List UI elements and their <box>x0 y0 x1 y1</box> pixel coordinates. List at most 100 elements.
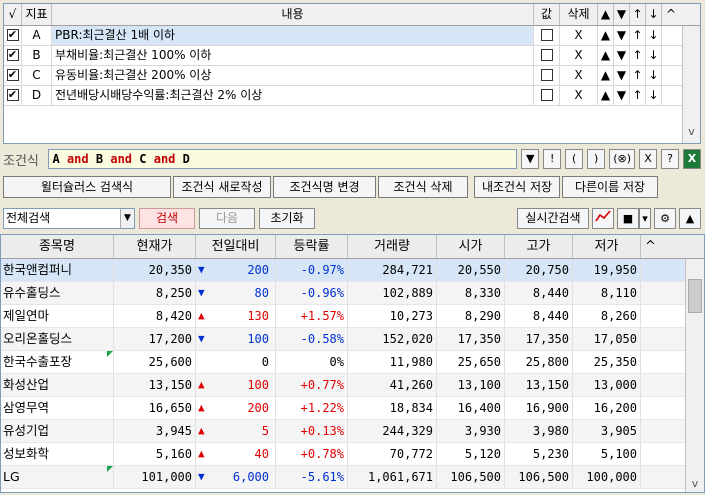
condition-row[interactable]: ✔ D 전년배당시배당수익률:최근결산 2% 이상 X ▲ ▼ ↑ ↓ <box>4 86 700 106</box>
header-price[interactable]: 현재가 <box>114 235 196 258</box>
check-icon[interactable]: ✔ <box>6 49 19 61</box>
condition-content[interactable]: 부채비율:최근결산 100% 이하 <box>52 46 534 65</box>
not-button[interactable]: ! <box>543 149 562 169</box>
color-picker-dropdown-icon[interactable]: ▾ <box>639 207 651 229</box>
open-paren-button[interactable]: ( <box>565 149 584 169</box>
realtime-search-button[interactable]: 실시간검색 <box>517 207 589 229</box>
table-row[interactable]: 제일연마 8,420 ▲ 130 +1.57% 10,273 8,290 8,440 8,260 <box>1 305 704 328</box>
new-condition-button[interactable]: 조건식 새로작성 <box>173 176 271 198</box>
condition-row[interactable]: ✔ C 유동비율:최근결산 200% 이상 X ▲ ▼ ↑ ↓ <box>4 66 700 86</box>
condition-value-checkbox[interactable] <box>534 46 560 65</box>
move-down-icon[interactable]: ↓ <box>646 66 662 85</box>
results-scroll-up-icon[interactable]: ^ <box>641 235 660 258</box>
table-row[interactable]: 한국수출포장 25,600 0 0% 11,980 25,650 25,800 25,350 <box>1 351 704 374</box>
move-down-icon[interactable]: ↓ <box>646 86 662 105</box>
xor-button[interactable]: (⊗) <box>609 149 635 169</box>
move-down-icon[interactable]: ↓ <box>646 26 662 45</box>
table-row[interactable]: 한국앤컴퍼니 20,350 ▼ 200 -0.97% 284,721 20,550 20,75… <box>1 259 704 282</box>
save-my-condition-button[interactable]: 내조건식 저장 <box>474 176 560 198</box>
scroll-down-icon[interactable]: v <box>683 125 700 141</box>
header-name[interactable]: 종목명 <box>1 235 114 258</box>
condition-delete-button[interactable]: X <box>560 46 598 65</box>
reset-button[interactable]: 초기화 <box>259 207 315 229</box>
move-up-icon[interactable]: ↑ <box>630 66 646 85</box>
stock-name[interactable]: LG <box>1 466 114 488</box>
rename-condition-button[interactable]: 조건식명 변경 <box>273 176 376 198</box>
excel-icon[interactable]: X <box>683 149 701 169</box>
delete-condition-button[interactable]: 조건식 삭제 <box>378 176 468 198</box>
stock-name[interactable]: 화성산업 <box>1 374 114 396</box>
table-row[interactable]: 유수홀딩스 8,250 ▼ 80 -0.96% 102,889 8,330 8,440 8,11… <box>1 282 704 305</box>
condition-content[interactable]: PBR:최근결산 1배 이하 <box>52 26 534 45</box>
stock-name[interactable]: 유성기업 <box>1 420 114 442</box>
stock-name[interactable]: 제일연마 <box>1 305 114 327</box>
gear-icon[interactable]: ⚙ <box>654 207 676 229</box>
move-down-icon[interactable]: ↓ <box>646 46 662 65</box>
move-bottom-icon[interactable]: ▼ <box>614 46 630 65</box>
value-checkbox[interactable] <box>540 29 553 41</box>
condition-row[interactable]: ✔ B 부채비율:최근결산 100% 이하 X ▲ ▼ ↑ ↓ <box>4 46 700 66</box>
color-picker-icon[interactable]: ■ <box>617 207 639 229</box>
stock-name[interactable]: 유수홀딩스 <box>1 282 114 304</box>
condition-checkbox[interactable]: ✔ <box>4 46 22 65</box>
condition-value-checkbox[interactable] <box>534 26 560 45</box>
condition-checkbox[interactable]: ✔ <box>4 26 22 45</box>
header-scroll-up-icon[interactable]: ^ <box>662 4 680 25</box>
move-top-icon[interactable]: ▲ <box>598 46 614 65</box>
condition-content[interactable]: 유동비율:최근결산 200% 이상 <box>52 66 534 85</box>
close-paren-button[interactable]: ) <box>587 149 606 169</box>
collapse-icon[interactable]: ▲ <box>679 207 701 229</box>
header-high[interactable]: 고가 <box>505 235 573 258</box>
table-row[interactable]: 유성기업 3,945 ▲ 5 +0.13% 244,329 3,930 3,980 3,905 <box>1 420 704 443</box>
formula-dropdown-icon[interactable]: ▼ <box>521 149 540 169</box>
condition-content[interactable]: 전년배당시배당수익률:최근결산 2% 이상 <box>52 86 534 105</box>
search-scope-select[interactable]: 전체검색 ▼ <box>3 207 135 229</box>
condition-scrollbar[interactable]: v <box>682 26 700 143</box>
condition-delete-button[interactable]: X <box>560 26 598 45</box>
move-top-icon[interactable]: ▲ <box>598 66 614 85</box>
value-checkbox[interactable] <box>540 49 553 61</box>
move-up-icon[interactable]: ↑ <box>630 26 646 45</box>
check-icon[interactable]: ✔ <box>6 89 19 101</box>
clear-button[interactable]: X <box>639 149 657 169</box>
move-up-icon[interactable]: ↑ <box>630 46 646 65</box>
help-button[interactable]: ? <box>661 149 679 169</box>
header-change[interactable]: 전일대비 <box>196 235 276 258</box>
formula-input[interactable]: A and B and C and D <box>48 149 518 169</box>
move-up-icon[interactable]: ↑ <box>630 86 646 105</box>
table-row[interactable]: 오리온홀딩스 17,200 ▼ 100 -0.58% 152,020 17,350 17,35… <box>1 328 704 351</box>
results-scroll-thumb[interactable] <box>688 279 702 313</box>
stock-name[interactable]: 삼영무역 <box>1 397 114 419</box>
move-top-icon[interactable]: ▲ <box>598 26 614 45</box>
condition-value-checkbox[interactable] <box>534 66 560 85</box>
condition-checkbox[interactable]: ✔ <box>4 66 22 85</box>
header-low[interactable]: 저가 <box>573 235 641 258</box>
condition-checkbox[interactable]: ✔ <box>4 86 22 105</box>
value-checkbox[interactable] <box>540 69 553 81</box>
stock-name[interactable]: 한국수출포장 <box>1 351 114 373</box>
condition-delete-button[interactable]: X <box>560 86 598 105</box>
value-checkbox[interactable] <box>540 89 553 101</box>
results-scroll-down-icon[interactable]: v <box>686 477 704 490</box>
chevron-down-icon[interactable]: ▼ <box>120 208 134 228</box>
stock-name[interactable]: 오리온홀딩스 <box>1 328 114 350</box>
check-icon[interactable]: ✔ <box>6 69 19 81</box>
table-row[interactable]: 성보화학 5,160 ▲ 40 +0.78% 70,772 5,120 5,230 5,100 <box>1 443 704 466</box>
table-row[interactable]: 화성산업 13,150 ▲ 100 +0.77% 41,260 13,100 13,150 13… <box>1 374 704 397</box>
condition-row[interactable]: ✔ A PBR:최근결산 1배 이하 X ▲ ▼ ↑ ↓ <box>4 26 700 46</box>
chart-icon[interactable] <box>592 207 614 229</box>
header-volume[interactable]: 거래량 <box>348 235 437 258</box>
next-button[interactable]: 다음 <box>199 207 255 229</box>
thesaurus-button[interactable]: 윌터슐러스 검색식 <box>3 176 171 198</box>
table-row[interactable]: LG 101,000 ▼ 6,000 -5.61% 1,061,671 106,500 106… <box>1 466 704 489</box>
move-bottom-icon[interactable]: ▼ <box>614 66 630 85</box>
stock-name[interactable]: 성보화학 <box>1 443 114 465</box>
check-icon[interactable]: ✔ <box>6 29 19 41</box>
condition-delete-button[interactable]: X <box>560 66 598 85</box>
stock-name[interactable]: 한국앤컴퍼니 <box>1 259 114 281</box>
save-as-button[interactable]: 다른이름 저장 <box>562 176 658 198</box>
condition-value-checkbox[interactable] <box>534 86 560 105</box>
header-open[interactable]: 시가 <box>437 235 505 258</box>
header-rate[interactable]: 등락률 <box>276 235 348 258</box>
results-scrollbar[interactable]: v <box>685 259 704 492</box>
